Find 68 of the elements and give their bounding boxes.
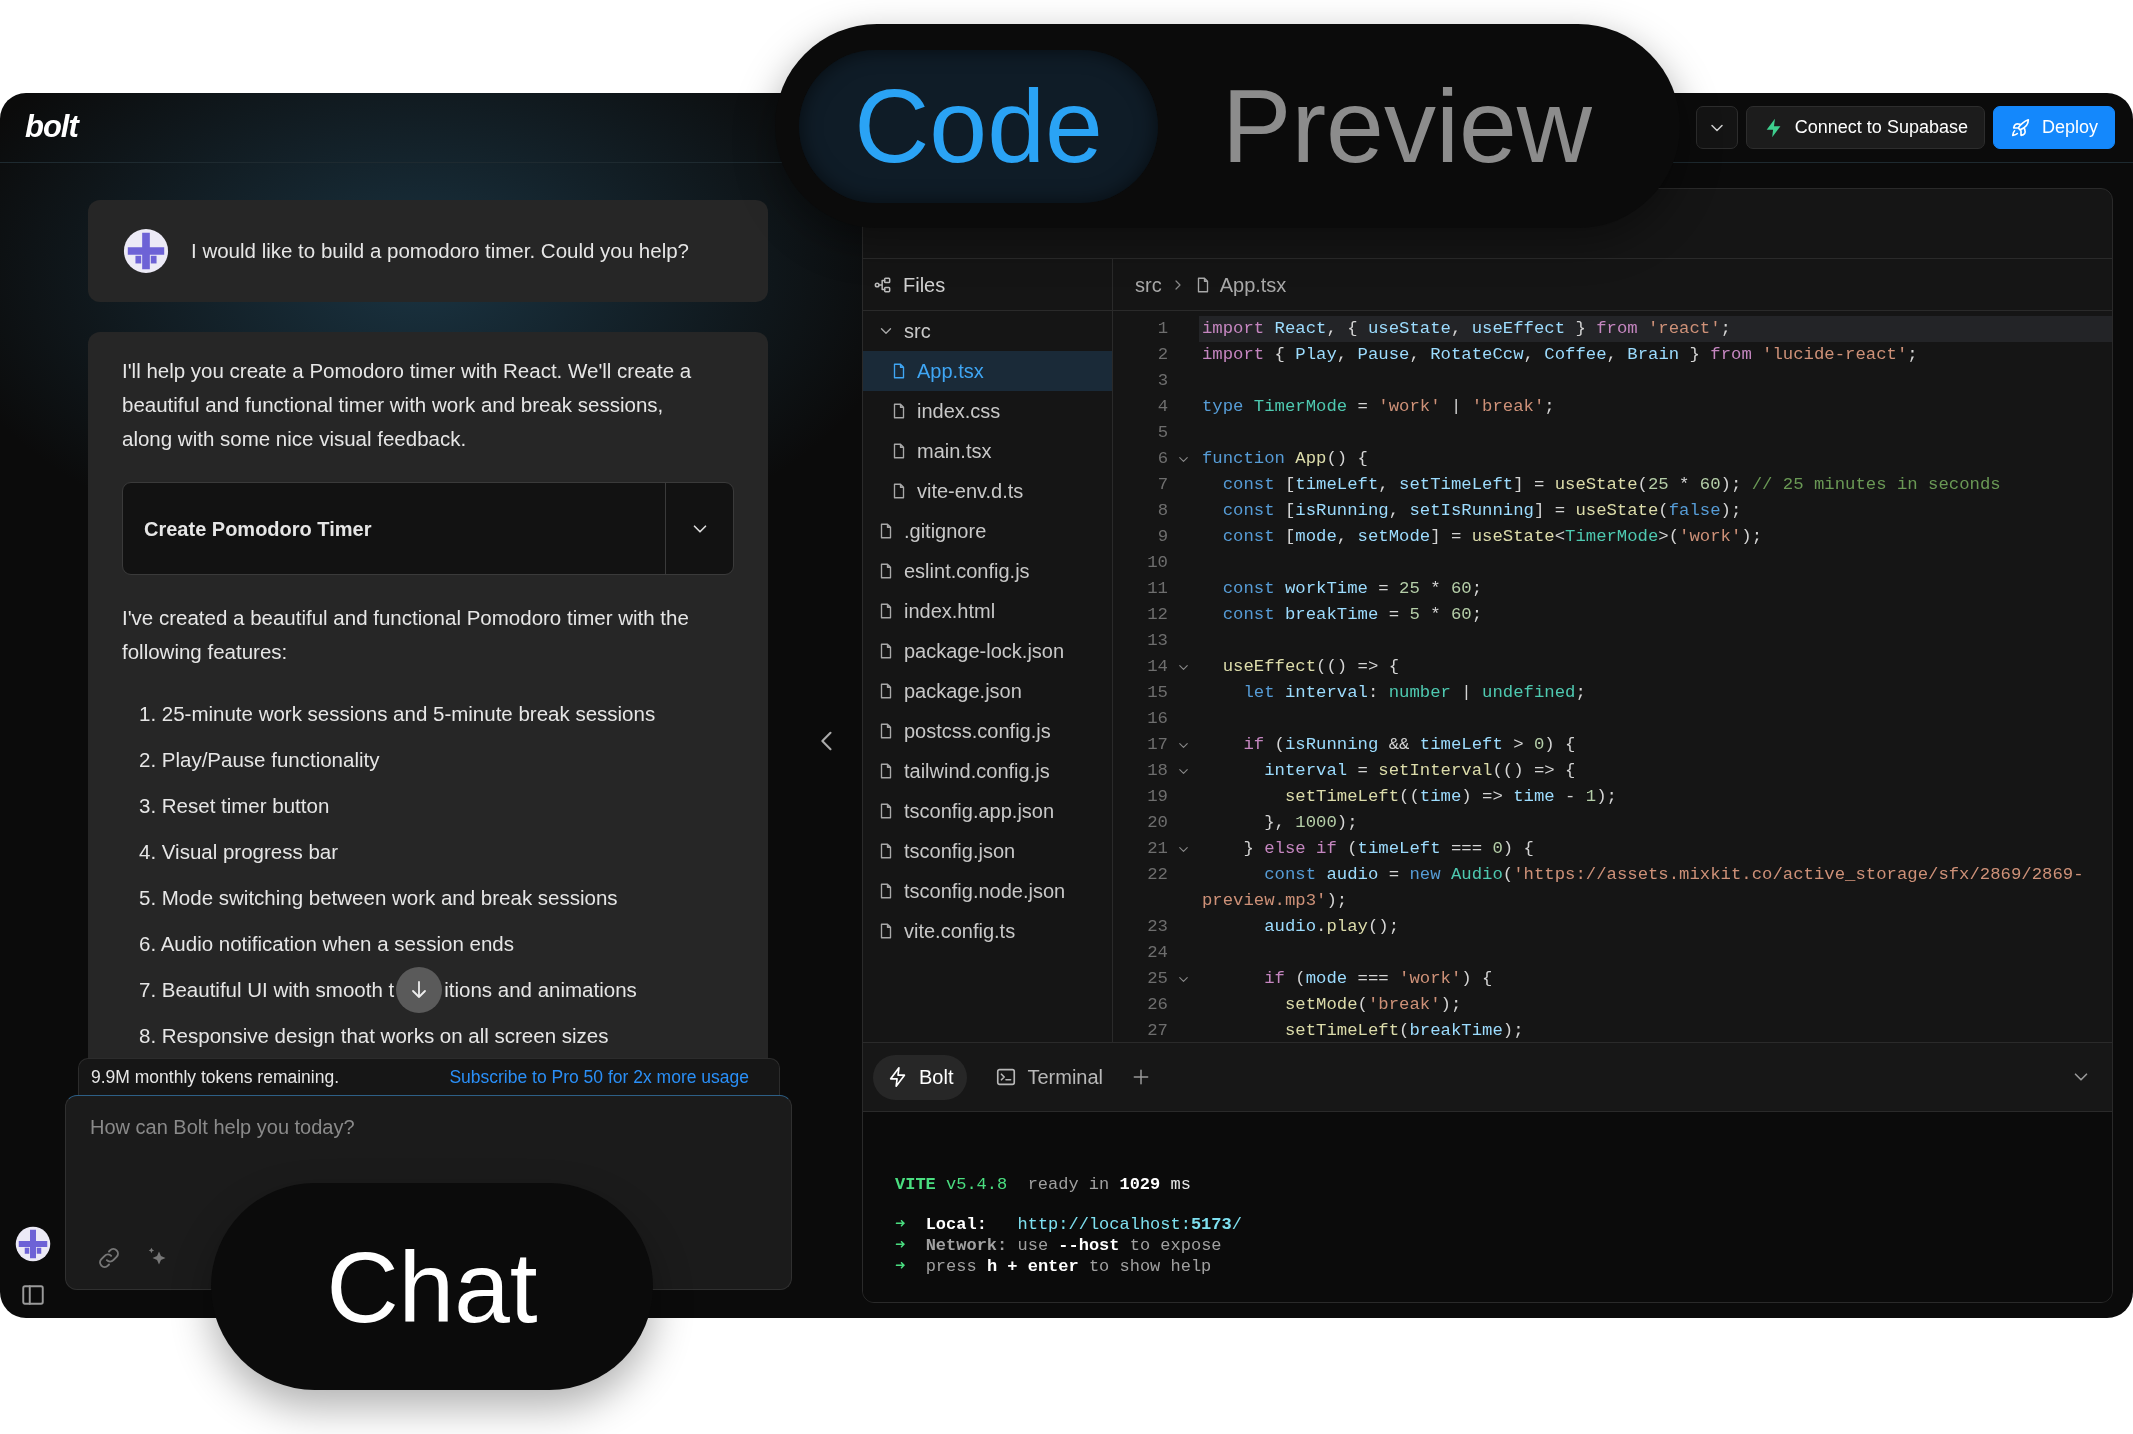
list-item: itions and animations — [444, 977, 637, 1003]
code-line: if (mode === 'work') { — [1263, 968, 1494, 990]
line-number: 25 — [1146, 968, 1168, 990]
line-number: 12 — [1146, 604, 1168, 626]
code-line: const audio = new Audio('https://assets.mixkit.co/active_storage/sfx/2869/2869-preview.mp3'); — [1201, 864, 2085, 912]
files-title: Files — [903, 272, 946, 298]
code-line: type TimerMode = 'work' | 'break'; — [1201, 396, 1556, 418]
code-line: if (isRunning && timeLeft > 0) { — [1242, 734, 1577, 756]
line-number: 21 — [1146, 838, 1168, 860]
line-number: 1 — [1156, 318, 1168, 340]
line-number: 23 — [1146, 916, 1168, 938]
line-number: 11 — [1146, 578, 1168, 600]
line-number: 24 — [1146, 942, 1168, 964]
code-line: setTimeLeft(breakTime); — [1283, 1020, 1525, 1042]
message-text: I would like to build a pomodoro timer. Could you help? — [191, 237, 689, 264]
code-line: } else if (timeLeft === 0) { — [1242, 838, 1535, 860]
line-number: 4 — [1156, 396, 1168, 418]
code-line: setMode('break'); — [1283, 994, 1463, 1016]
logo: bolt — [25, 108, 78, 147]
code-line: audio.play(); — [1263, 916, 1401, 938]
code-line: const workTime = 25 * 60; — [1221, 578, 1484, 600]
line-number: 7 — [1156, 474, 1168, 496]
line-number: 19 — [1146, 786, 1168, 808]
list-item: 1. 25-minute work sessions and 5-minute break sessions — [139, 701, 656, 727]
code-line: let interval: number | undefined; — [1242, 682, 1587, 704]
line-number: 5 — [1156, 422, 1168, 444]
code-line: const [timeLeft, setTimeLeft] = useState(25 * 60); // 25 minutes in seconds — [1221, 474, 2002, 496]
list-item: 7. Beautiful UI with smooth t — [139, 977, 395, 1003]
code-line: const [isRunning, setIsRunning] = useState(false); — [1221, 500, 1743, 522]
list-item: 5. Mode switching between work and break sessions — [139, 885, 618, 911]
line-number: 27 — [1146, 1020, 1168, 1042]
artifact-title: Create Pomodoro Timer — [143, 516, 373, 542]
code-line: const breakTime = 5 * 60; — [1221, 604, 1484, 626]
terminal-line: VITE v5.4.8 ready in 1029 ms — [895, 1174, 1191, 1195]
line-number: 17 — [1146, 734, 1168, 756]
code-line: interval = setInterval(() => { — [1263, 760, 1577, 782]
line-number: 18 — [1146, 760, 1168, 782]
message-text: I've created a beautiful and functional Pomodoro timer with the following features: — [122, 605, 690, 665]
list-item: 4. Visual progress bar — [139, 839, 339, 865]
line-number: 22 — [1146, 864, 1168, 886]
line-number: 13 — [1146, 630, 1168, 652]
code-line: function App() { — [1201, 448, 1369, 470]
line-number: 10 — [1146, 552, 1168, 574]
code-line: const [mode, setMode] = useState<TimerMode>('work'); — [1221, 526, 1764, 548]
line-number: 8 — [1156, 500, 1168, 522]
message-text: I'll help you create a Pomodoro timer with React. We'll create a beautiful and functional timer with work and break sessions, along with some nice visual feedback. — [122, 358, 693, 452]
usage-text: 9.9M monthly tokens remaining. — [91, 1065, 340, 1089]
line-number: 15 — [1146, 682, 1168, 704]
line-number: 6 — [1156, 448, 1168, 470]
line-number: 2 — [1156, 344, 1168, 366]
terminal-line: ➜ Network: use --host to expose — [895, 1235, 1222, 1256]
code-line: useEffect(() => { — [1221, 656, 1401, 678]
list-item: 2. Play/Pause functionality — [139, 747, 380, 773]
terminal-line: ➜ press h + enter to show help — [895, 1256, 1212, 1277]
terminal-line: ➜ Local: http://localhost:5173/ — [895, 1214, 1242, 1235]
line-number: 26 — [1146, 994, 1168, 1016]
code-line: setTimeLeft((time) => time - 1); — [1283, 786, 1618, 808]
line-number: 3 — [1156, 370, 1168, 392]
line-number: 16 — [1146, 708, 1168, 730]
line-number: 14 — [1146, 656, 1168, 678]
chat-tooltip: Chat — [211, 1183, 653, 1390]
code-line: import { Play, Pause, RotateCcw, Coffee, Brain } from 'lucide-react'; — [1201, 344, 1919, 366]
code-line: }, 1000); — [1263, 812, 1359, 834]
list-item: 8. Responsive design that works on all screen sizes — [139, 1023, 609, 1049]
list-item: 3. Reset timer button — [139, 793, 330, 819]
line-number: 20 — [1146, 812, 1168, 834]
line-number: 9 — [1156, 526, 1168, 548]
list-item: 6. Audio notification when a session ends — [139, 931, 514, 957]
